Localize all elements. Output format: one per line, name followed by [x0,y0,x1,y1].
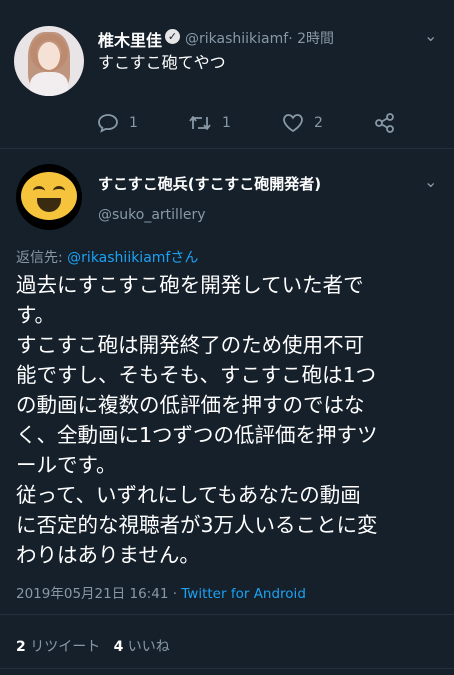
tweet2-text: 過去にすこすこ砲を開発していた者で す。 すこすこ砲は開発終了のため使用不可 能… [16,270,444,570]
tweet-stats: 2 リツイート 4 いいね [16,636,170,656]
tweet-text-line: ールです。 [16,453,117,477]
tweet2-author-name[interactable]: すこすこ砲兵(すこすこ砲開発者) [98,173,321,194]
reply-to-link[interactable]: @rikashiikiamfさん [67,250,198,266]
avatar-suko[interactable] [16,164,82,230]
retweet-icon [188,113,212,133]
retweets-stat-count: 2 [16,639,26,655]
divider [0,614,454,615]
tweet-text-line: に否定的な視聴者が3万人いることに変 [16,513,378,537]
chevron-down-icon[interactable]: ⌄ [424,172,437,191]
share-icon [374,113,396,133]
likes-stat-count: 4 [113,639,124,655]
retweets-stat-label: リツイート [30,639,101,655]
share-button[interactable] [374,113,396,133]
retweet-button[interactable]: 1 [188,113,231,133]
tweet-text-line: わりはありません。 [16,543,200,567]
tweet-text-line: く、全動画に1つずつの低評価を押すツ [16,423,378,447]
tweet-text-line: 過去にすこすこ砲を開発していた者で [16,273,364,297]
tweet1-time: · 2時間 [288,31,334,47]
tweet-text-line: すこすこ砲は開発終了のため使用不可 [16,333,365,357]
tweet-text-line: す。 [16,303,55,327]
tweet-text-line: の動画に複数の低評価を押すのではな [16,393,365,417]
heart-icon [282,113,304,133]
reply-context: 返信先: @rikashiikiamfさん [16,247,198,267]
likes-stat-label: いいね [127,639,170,655]
tweet-meta: 2019年05月21日 16:41 · Twitter for Android [16,582,306,602]
tweet1-author-name[interactable]: 椎木里佳 [98,27,162,51]
like-count: 2 [314,115,323,131]
divider [0,668,454,669]
likes-stat[interactable]: 4 いいね [114,639,170,655]
tweet1-handle[interactable]: @rikashiikiamf [185,31,288,47]
tweet2-handle[interactable]: @suko_artillery [98,207,206,223]
reply-button[interactable]: 1 [97,113,138,133]
like-button[interactable]: 2 [282,113,323,133]
tweet-datetime[interactable]: 2019年05月21日 16:41 [16,586,168,602]
tweet-text-line: 能ですし、そもそも、すこすこ砲は1つ [16,363,377,387]
tweet1-text: すこすこ砲てやつ [98,53,226,72]
meta-separator: · [168,586,182,602]
tweet-source-link[interactable]: Twitter for Android [181,586,306,602]
retweet-count: 1 [222,115,231,131]
tweet1-handle-time[interactable]: @rikashiikiamf· 2時間 [185,28,334,48]
verified-badge-icon: ✓ [165,29,180,44]
retweets-stat[interactable]: 2 リツイート [16,639,100,655]
divider [0,148,454,149]
reply-prefix: 返信先: [16,250,68,266]
reply-count: 1 [129,115,138,131]
reply-bubble-icon [97,113,119,133]
grinning-face-icon [21,172,77,220]
avatar-rika[interactable] [14,26,84,96]
tweet-text-line: 従って、いずれにしてもあなたの動画 [16,483,361,507]
chevron-down-icon[interactable]: ⌄ [424,26,437,45]
